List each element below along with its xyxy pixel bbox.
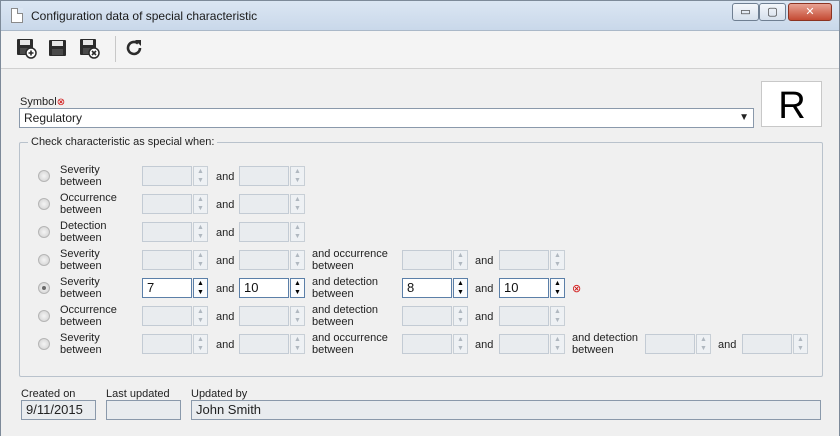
updated-by-label: Updated by <box>191 388 248 400</box>
criteria-row: Severity between 7 ▲ ▼ and 10 ▲ ▼ and detecti… <box>20 276 822 300</box>
window-title: Configuration data of special characteri… <box>31 9 258 23</box>
criteria-row-label: Occurrence between <box>60 304 117 328</box>
and-label: and <box>475 339 494 351</box>
criteria-row: Severity between ▲ ▼ and ▲ ▼ and occurrence… <box>20 248 822 272</box>
symbol-logo: R <box>778 85 805 127</box>
created-on-label: Created on <box>21 388 76 400</box>
criteria-radio[interactable] <box>38 310 50 322</box>
required-icon: ⊗ <box>572 283 582 295</box>
and-label: and <box>475 283 494 295</box>
secondary-criteria-label: and occurrence between <box>312 248 388 272</box>
criteria-row: Occurrence between ▲ ▼ and ▲ ▼ and detectio… <box>20 304 822 328</box>
and-label: and <box>216 227 235 239</box>
and-label: and <box>216 255 235 267</box>
criteria-row-label: Occurrence between <box>60 192 117 216</box>
criteria-group: Check characteristic as special when: Se… <box>19 136 823 377</box>
last-updated-field <box>106 400 181 420</box>
criteria-radio[interactable] <box>38 226 50 238</box>
and-label: and <box>475 311 494 323</box>
tertiary-criteria-label: and detection between <box>572 332 639 356</box>
and-label: and <box>475 255 494 267</box>
document-icon <box>11 8 23 23</box>
criteria-row: Severity between ▲ ▼ and ▲ ▼ <box>20 164 822 188</box>
last-updated-label: Last updated <box>106 388 170 400</box>
secondary-criteria-label: and occurrence between <box>312 332 388 356</box>
title-bar: Configuration data of special characteri… <box>1 1 839 31</box>
criteria-row-label: Severity between <box>60 248 102 272</box>
criteria-row-label: Severity between <box>60 276 102 300</box>
secondary-criteria-label: and detection between <box>312 276 379 300</box>
and-label: and <box>216 339 235 351</box>
minimize-button[interactable]: ▭ <box>732 3 759 21</box>
criteria-radio[interactable] <box>38 254 50 266</box>
criteria-row: Detection between ▲ ▼ and ▲ ▼ <box>20 220 822 244</box>
required-icon: ⊗ <box>56 97 66 108</box>
and-label: and <box>216 171 235 183</box>
created-on-field: 9/11/2015 <box>21 400 96 420</box>
svg-text:R: R <box>778 85 805 127</box>
criteria-row: Occurrence between ▲ ▼ and ▲ ▼ <box>20 192 822 216</box>
form-content: Symbol⊗ Regulatory ▼ R Check characteris… <box>1 70 839 436</box>
updated-by-field: John Smith <box>191 400 821 420</box>
refresh-icon[interactable] <box>123 37 145 59</box>
criteria-radio[interactable] <box>38 198 50 210</box>
criteria-row-label: Detection between <box>60 220 107 244</box>
symbol-label: Symbol⊗ <box>20 96 66 108</box>
symbol-preview: R <box>761 81 822 127</box>
dialog-window: Configuration data of special characteri… <box>0 0 840 436</box>
and-label: and <box>216 283 235 295</box>
save-new-icon[interactable] <box>15 37 37 59</box>
symbol-selected-value: Regulatory <box>24 111 83 125</box>
close-button[interactable]: ✕ <box>788 3 832 21</box>
save-icon[interactable] <box>47 37 69 59</box>
criteria-radio[interactable] <box>38 170 50 182</box>
save-close-icon[interactable] <box>78 37 100 59</box>
toolbar-separator <box>115 36 116 62</box>
and-label: and <box>216 311 235 323</box>
criteria-radio-selected[interactable] <box>38 282 50 294</box>
criteria-legend: Check characteristic as special when: <box>28 136 218 148</box>
criteria-row-label: Severity between <box>60 332 102 356</box>
secondary-criteria-label: and detection between <box>312 304 379 328</box>
and-label: and <box>216 199 235 211</box>
criteria-row: Severity between ▲ ▼ and ▲ ▼ and occurrence… <box>20 332 822 356</box>
maximize-button[interactable]: ▢ <box>759 3 786 21</box>
criteria-radio[interactable] <box>38 338 50 350</box>
criteria-row-label: Severity between <box>60 164 102 188</box>
toolbar <box>1 31 839 69</box>
dropdown-arrow-icon[interactable]: ▼ <box>739 109 749 127</box>
and-label: and <box>718 339 737 351</box>
symbol-select[interactable]: Regulatory ▼ <box>19 108 754 128</box>
